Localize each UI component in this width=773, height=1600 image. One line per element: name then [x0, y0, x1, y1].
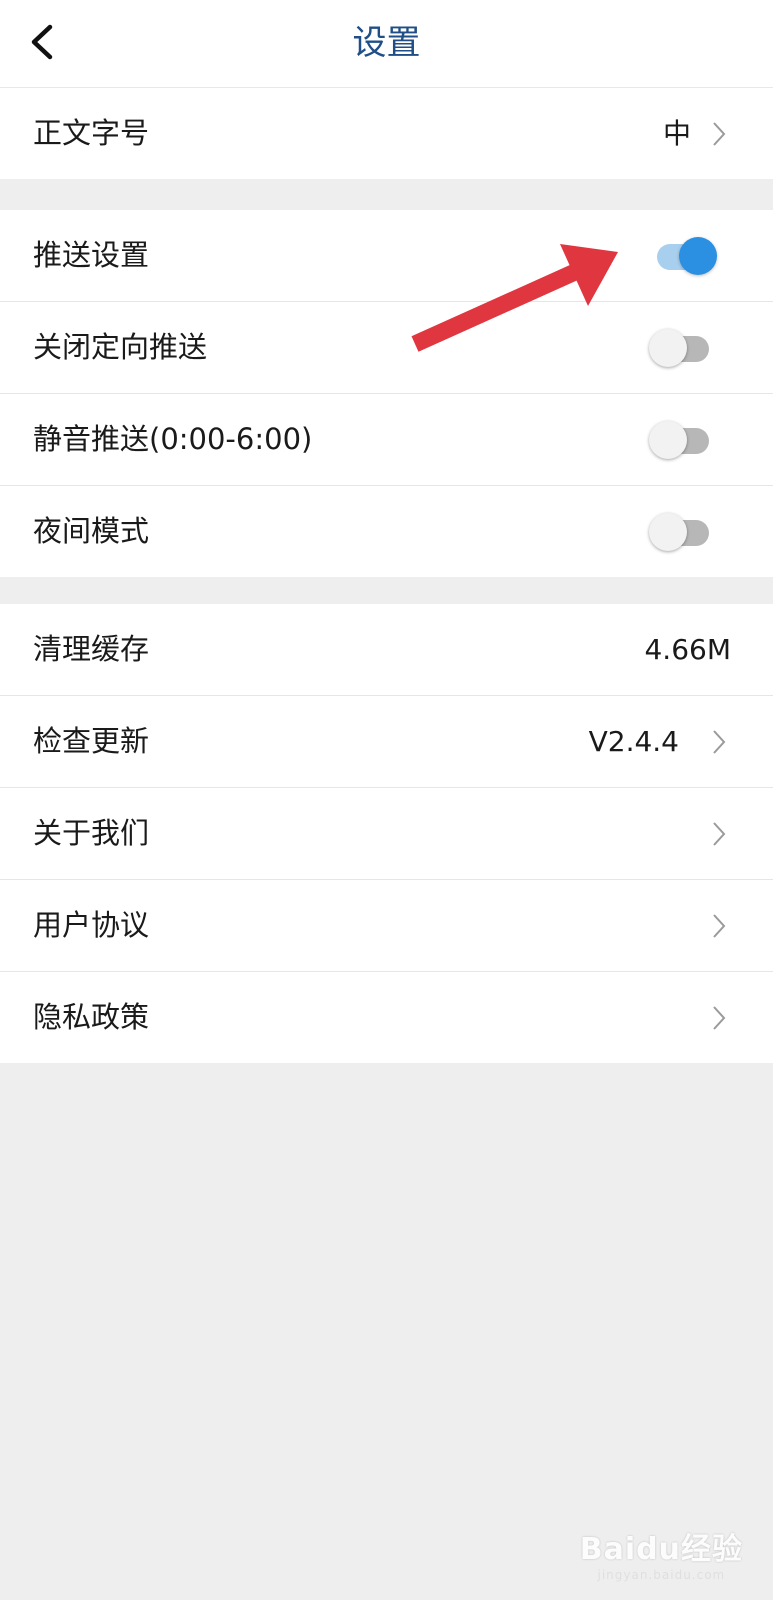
chevron-right-icon: [711, 728, 727, 756]
targeted-push-label: 关闭定向推送: [33, 330, 208, 364]
font-settings-group: 正文字号 中: [0, 88, 773, 179]
watermark-url: jingyan.baidu.com: [597, 1568, 726, 1582]
targeted-push-toggle[interactable]: [649, 329, 713, 367]
watermark-logo-text: Baidu经验: [579, 1532, 743, 1567]
user-agreement-label: 用户协议: [33, 908, 150, 942]
check-update-row[interactable]: 检查更新 V2.4.4: [0, 696, 773, 788]
push-settings-toggle[interactable]: [649, 237, 717, 275]
version-value: V2.4.4: [588, 725, 679, 758]
back-button[interactable]: [20, 18, 70, 68]
cache-size-value: 4.66M: [644, 633, 731, 666]
font-size-row[interactable]: 正文字号 中: [0, 88, 773, 179]
silent-push-toggle[interactable]: [649, 421, 713, 459]
silent-push-row: 静音推送(0:00-6:00): [0, 394, 773, 486]
night-mode-label: 夜间模式: [33, 514, 150, 548]
page-title: 设置: [352, 23, 421, 63]
targeted-push-row: 关闭定向推送: [0, 302, 773, 394]
chevron-right-icon: [711, 1004, 727, 1032]
chevron-right-icon: [711, 120, 727, 148]
clear-cache-row[interactable]: 清理缓存 4.66M: [0, 604, 773, 696]
user-agreement-row[interactable]: 用户协议: [0, 880, 773, 972]
other-settings-group: 清理缓存 4.66M 检查更新 V2.4.4 关于我们 用户协议 隐私政策: [0, 604, 773, 1063]
about-us-row[interactable]: 关于我们: [0, 788, 773, 880]
night-mode-toggle[interactable]: [649, 513, 713, 551]
chevron-right-icon: [711, 820, 727, 848]
push-settings-row: 推送设置: [0, 210, 773, 302]
clear-cache-label: 清理缓存: [33, 632, 150, 666]
night-mode-row: 夜间模式: [0, 486, 773, 577]
font-size-label: 正文字号: [33, 116, 150, 150]
privacy-policy-label: 隐私政策: [33, 1000, 150, 1034]
baidu-watermark: Baidu经验 jingyan.baidu.com: [580, 1524, 743, 1582]
check-update-label: 检查更新: [33, 724, 150, 758]
chevron-right-icon: [711, 912, 727, 940]
privacy-policy-row[interactable]: 隐私政策: [0, 972, 773, 1063]
about-us-label: 关于我们: [33, 816, 150, 850]
silent-push-label: 静音推送(0:00-6:00): [33, 422, 313, 456]
header-bar: 设置: [0, 0, 773, 88]
push-settings-label: 推送设置: [33, 238, 150, 272]
font-size-value: 中: [662, 117, 691, 150]
push-settings-group: 推送设置 关闭定向推送 静音推送(0:00-6:00) 夜间模式: [0, 210, 773, 577]
back-arrow-icon: [31, 24, 53, 60]
